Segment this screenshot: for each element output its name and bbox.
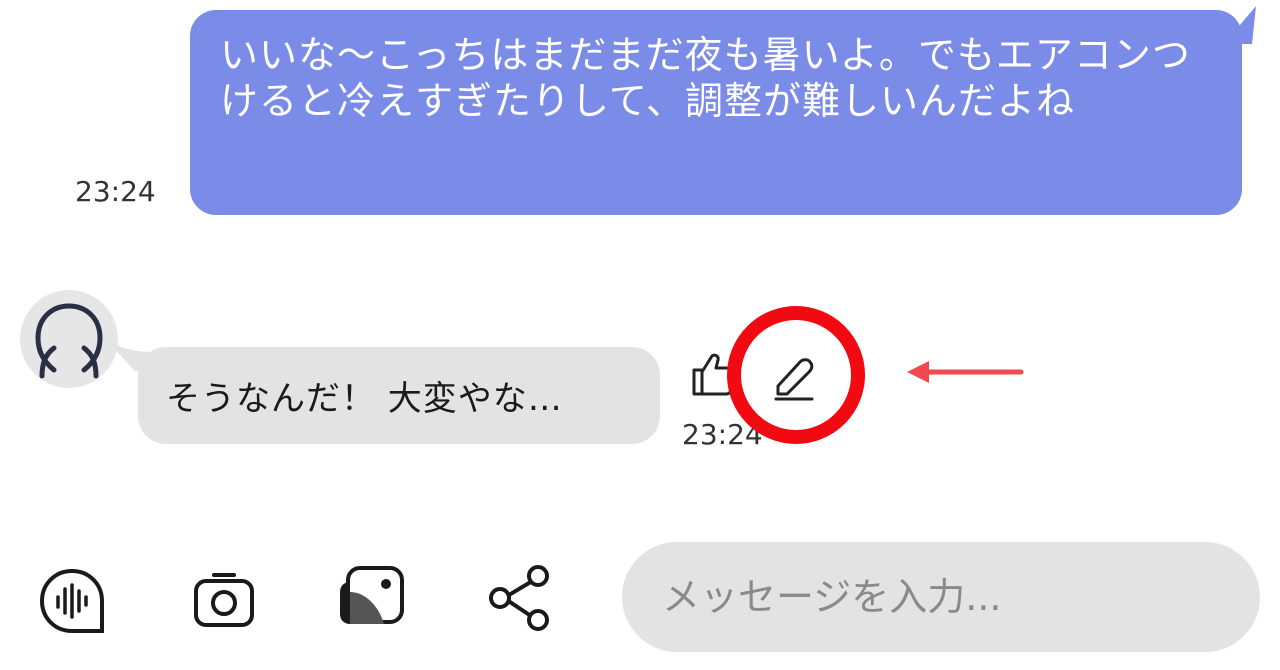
sent-message-bubble[interactable]: いいな〜こっちはまだまだ夜も暑いよ。でもエアコンつけると冷えすぎたりして、調整が…	[190, 10, 1242, 215]
person-icon	[35, 303, 103, 379]
gallery-icon[interactable]	[334, 562, 406, 634]
sent-message-time: 23:24	[75, 175, 156, 208]
red-arrow-icon	[907, 361, 1024, 383]
share-icon[interactable]	[484, 562, 556, 634]
received-message-bubble[interactable]: そうなんだ！ 大変やな…	[138, 347, 660, 444]
voice-message-icon[interactable]	[36, 565, 108, 637]
message-input[interactable]	[622, 542, 1260, 652]
sent-message-text: いいな〜こっちはまだまだ夜も暑いよ。でもエアコンつけると冷えすぎたりして、調整が…	[220, 33, 1191, 123]
received-message-text: そうなんだ！ 大変やな…	[166, 379, 563, 419]
highlight-circle	[727, 306, 865, 444]
avatar[interactable]	[20, 290, 118, 388]
camera-icon[interactable]	[188, 565, 260, 637]
